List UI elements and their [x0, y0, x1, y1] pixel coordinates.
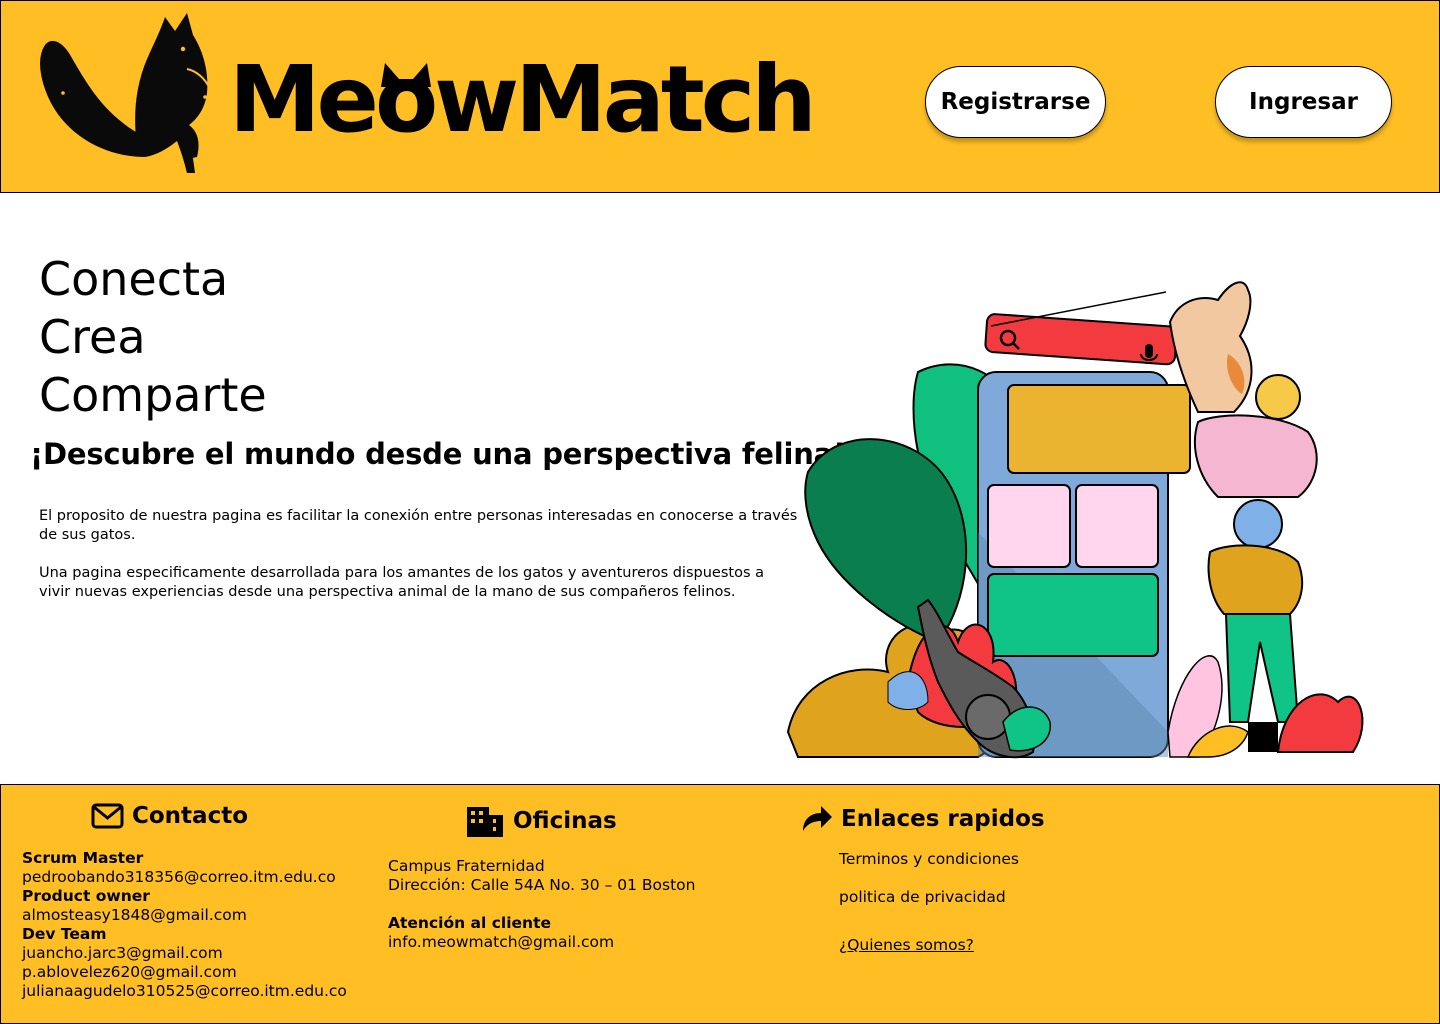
contact-list: Scrum Master pedroobando318356@correo.it… — [22, 849, 347, 1001]
scrum-master-email[interactable]: pedroobando318356@correo.itm.edu.co — [22, 868, 347, 887]
quick-links-heading-label: Enlaces rapidos — [841, 806, 1045, 832]
tagline: Conecta Crea Comparte — [39, 250, 267, 424]
login-button[interactable]: Ingresar — [1215, 66, 1392, 138]
about-us-link[interactable]: ¿Quienes somos? — [839, 936, 974, 955]
about-paragraph: El proposito de nuestra pagina es facili… — [39, 508, 798, 543]
offices-heading: Oficinas — [465, 805, 617, 837]
tagline-line: Crea — [39, 310, 146, 364]
building-icon — [467, 807, 503, 837]
terms-link[interactable]: Terminos y condiciones — [839, 850, 1019, 869]
about-paragraph: Una pagina especificamente desarrollada … — [39, 565, 764, 600]
dev-team-email[interactable]: p.ablovelez620@gmail.com — [22, 963, 347, 982]
dev-team-email[interactable]: juancho.jarc3@gmail.com — [22, 944, 347, 963]
contact-heading: Contacto — [91, 803, 248, 829]
tagline-line: Conecta — [39, 252, 229, 306]
cat-ears-icon — [381, 63, 431, 87]
contact-heading-label: Contacto — [132, 803, 248, 829]
product-owner-label: Product owner — [22, 887, 150, 905]
tagline-line: Comparte — [39, 368, 267, 422]
office-address: Dirección: Calle 54A No. 30 – 01 Boston — [388, 876, 696, 894]
offices-heading-label: Oficinas — [513, 808, 617, 834]
offices-info: Campus Fraternidad Dirección: Calle 54A … — [388, 857, 695, 952]
support-email[interactable]: info.meowmatch@gmail.com — [388, 933, 695, 952]
cat-logo-icon[interactable] — [37, 7, 233, 175]
scrum-master-label: Scrum Master — [22, 849, 144, 867]
register-button[interactable]: Registrarse — [925, 66, 1106, 138]
hero-subtitle: ¡Descubre el mundo desde una perspectiva… — [30, 437, 847, 471]
envelope-icon — [91, 803, 124, 829]
site-footer: Contacto Scrum Master pedroobando318356@… — [0, 784, 1440, 1024]
brand-name[interactable]: MeowMatch — [229, 45, 817, 155]
share-arrow-icon — [803, 806, 832, 831]
dev-team-label: Dev Team — [22, 925, 107, 943]
campus-name: Campus Fraternidad — [388, 857, 545, 875]
dev-team-email[interactable]: julianaagudelo310525@correo.itm.edu.co — [22, 982, 347, 1001]
hero-illustration — [786, 281, 1364, 759]
privacy-link[interactable]: politica de privacidad — [839, 888, 1006, 907]
support-label: Atención al cliente — [388, 914, 551, 932]
about-text: El proposito de nuestra pagina es facili… — [39, 507, 799, 602]
product-owner-email[interactable]: almosteasy1848@gmail.com — [22, 906, 347, 925]
site-header: MeowMatch Registrarse Ingresar — [0, 0, 1440, 193]
quick-links-heading: Enlaces rapidos — [801, 805, 1045, 833]
